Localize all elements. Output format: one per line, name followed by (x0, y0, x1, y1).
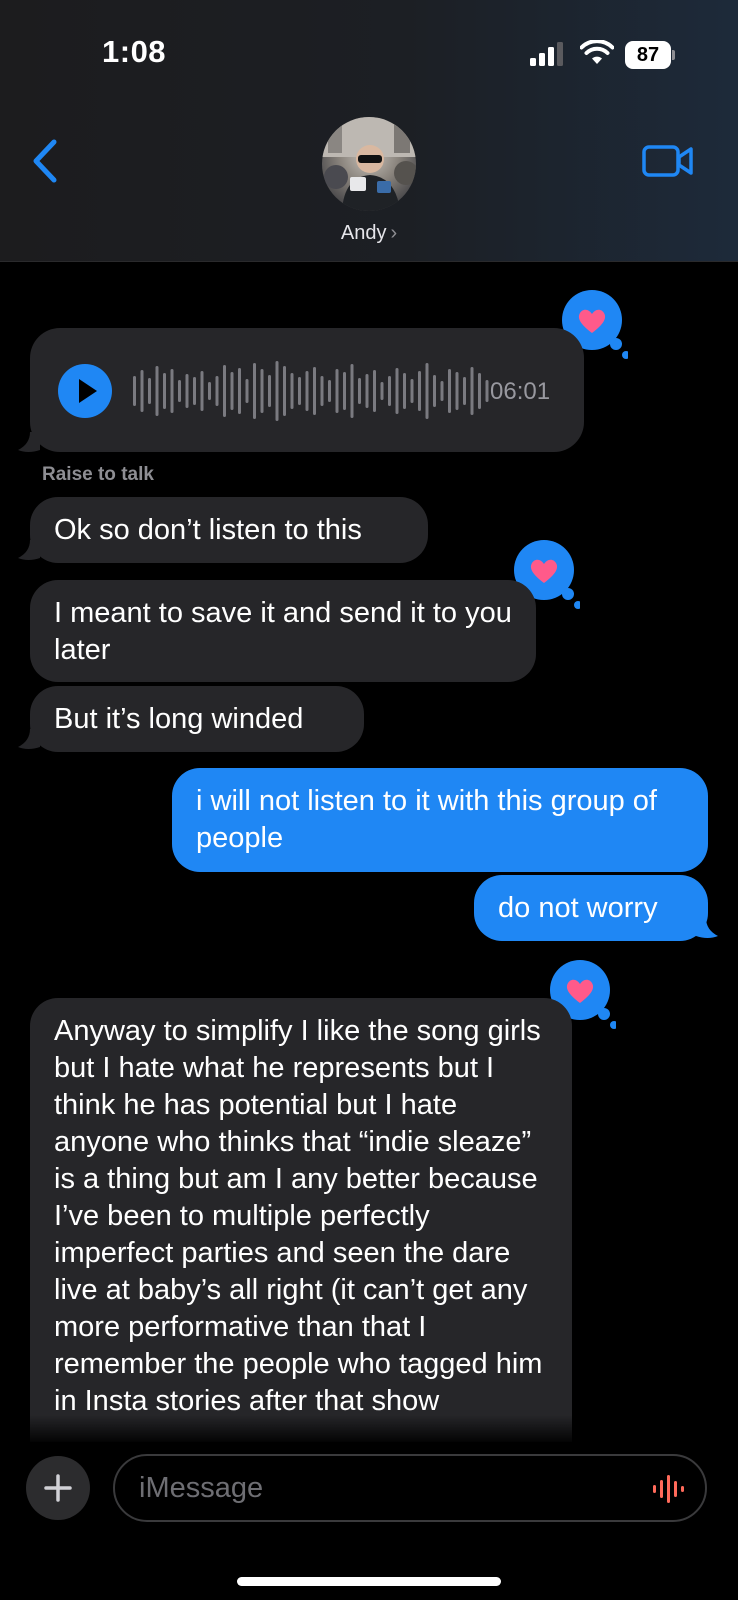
waveform-bar (223, 365, 226, 417)
waveform-bar (253, 363, 256, 419)
message-bubble-outgoing[interactable]: i will not listen to it with this group … (172, 768, 708, 872)
bubble-tail (696, 918, 718, 938)
message-text: Ok so don’t listen to this (54, 514, 362, 546)
message-text: i will not listen to it with this group … (196, 785, 657, 854)
apps-plus-button[interactable] (26, 1456, 90, 1520)
waveform-bar (478, 373, 481, 409)
cellular-signal-icon (530, 42, 563, 66)
waveform-bar (448, 369, 451, 413)
waveform-bar (320, 376, 324, 406)
waveform-bar (463, 377, 466, 405)
waveform-bar (313, 367, 316, 415)
waveform-bar (155, 366, 159, 416)
battery-icon: 87 (625, 41, 675, 69)
conversation-header: 1:08 87 Andy › (0, 0, 738, 262)
home-indicator (237, 1577, 501, 1586)
waveform-bar (455, 372, 459, 410)
message-bubble-incoming[interactable]: Anyway to simplify I like the song girls… (30, 998, 572, 1468)
waveform-bar (268, 375, 271, 407)
waveform-bar (410, 379, 414, 403)
waveform-bar (485, 380, 489, 402)
audio-duration: 06:01 (490, 378, 551, 405)
waveform-bar (365, 374, 369, 408)
message-bubble-incoming[interactable]: But it’s long winded (30, 686, 364, 752)
waveform-bar (275, 361, 279, 421)
message-input[interactable] (139, 1468, 619, 1508)
waveform-bar (260, 369, 264, 413)
audio-message[interactable]: 06:01 (30, 328, 584, 452)
contact-avatar[interactable] (322, 117, 416, 211)
battery-level: 87 (625, 41, 671, 69)
waveform-bar (133, 376, 136, 406)
message-bubble-incoming[interactable]: Ok so don’t listen to this (30, 497, 428, 563)
audio-waveform (133, 361, 489, 421)
message-text: Anyway to simplify I like the song girls… (54, 1015, 543, 1417)
waveform-bar (440, 381, 444, 401)
scroll-fade (0, 1415, 738, 1445)
message-text: I meant to save it and send it to you la… (54, 597, 512, 666)
raise-to-talk-label: Raise to talk (42, 464, 154, 485)
waveform-bar (298, 377, 301, 405)
waveform-bar (433, 375, 436, 407)
waveform-bar (148, 378, 151, 404)
waveform-bar (178, 380, 181, 402)
waveform-bar (328, 380, 331, 402)
waveform-bar (238, 368, 241, 414)
contact-name[interactable]: Andy › (0, 222, 738, 245)
chevron-right-icon: › (390, 222, 398, 244)
compose-bar (0, 1442, 738, 1600)
waveform-bar (290, 373, 294, 409)
waveform-bar (163, 373, 166, 409)
battery-tip (672, 50, 675, 60)
wifi-icon (580, 40, 614, 64)
plus-icon (44, 1474, 72, 1502)
waveform-bar (358, 378, 361, 404)
waveform-bar (350, 364, 354, 418)
back-button[interactable] (28, 138, 62, 184)
status-time: 1:08 (102, 34, 167, 69)
waveform-bar (200, 371, 204, 411)
waveform-bar (185, 374, 189, 408)
waveform-bar (380, 382, 384, 400)
contact-name-label: Andy (340, 222, 387, 244)
message-text: But it’s long winded (54, 703, 304, 735)
waveform-bar (425, 363, 429, 419)
bubble-tail (18, 540, 40, 560)
waveform-bar (388, 376, 391, 406)
waveform-bar (245, 379, 249, 403)
video-call-button[interactable] (642, 143, 694, 179)
waveform-bar (230, 372, 234, 410)
waveform-bar (335, 369, 339, 413)
bubble-tail (18, 432, 40, 452)
waveform-mic-icon[interactable] (651, 1474, 687, 1504)
waveform-bar (193, 377, 196, 405)
message-bubble-outgoing[interactable]: do not worry (474, 875, 708, 941)
waveform-bar (343, 372, 346, 410)
message-bubble-incoming[interactable]: I meant to save it and send it to you la… (30, 580, 536, 682)
waveform-bar (283, 366, 286, 416)
waveform-bar (208, 382, 211, 400)
play-button[interactable] (58, 364, 112, 418)
avatar-photo (322, 117, 416, 211)
message-text: do not worry (498, 892, 658, 924)
waveform-bar (215, 376, 219, 406)
waveform-bar (305, 371, 309, 411)
waveform-bar (373, 370, 376, 412)
waveform-bar (395, 368, 399, 414)
waveform-bar (140, 370, 144, 412)
waveform-bar (403, 373, 406, 409)
message-input-container (113, 1454, 707, 1522)
bubble-tail (18, 729, 40, 749)
waveform-bar (170, 369, 174, 413)
waveform-bar (418, 371, 421, 411)
waveform-bar (470, 367, 474, 415)
